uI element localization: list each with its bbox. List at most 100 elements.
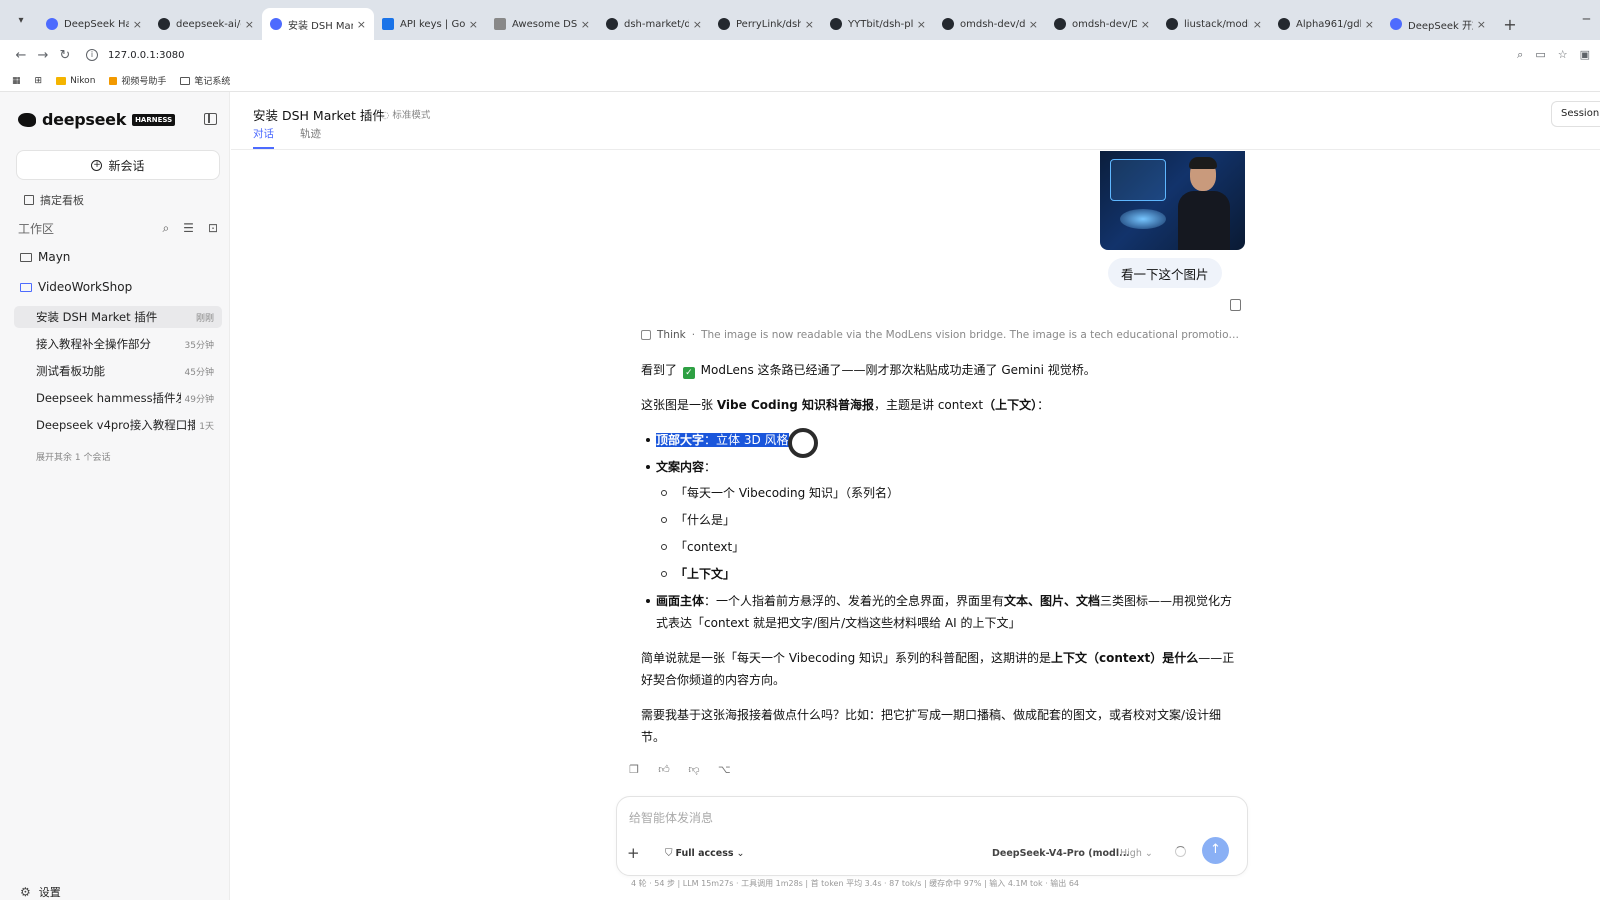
bookmark-star-icon[interactable]: ☆ [1558, 48, 1568, 62]
search-icon[interactable]: ⌕ [162, 221, 169, 236]
chevron-down-icon: ⌄ [1144, 848, 1153, 859]
collapse-sidebar-icon[interactable] [204, 113, 217, 125]
folder-open-icon [20, 282, 32, 292]
mode-indicator[interactable]: ◌ 标准模式 [381, 107, 430, 121]
message-composer: 给智能体发消息 + ⛉ Full access ⌄ DeepSeek-V4-Pr… [616, 796, 1248, 876]
close-tab-icon[interactable]: × [357, 18, 366, 31]
message-actions: ❐ 👍︎ 👎︎ ⌥ [628, 764, 731, 776]
browser-tab[interactable]: dsh-market/dsh-× [598, 8, 710, 40]
session-item[interactable]: 安装 DSH Market 插件 刚刚 [14, 306, 222, 328]
close-tab-icon[interactable]: × [917, 18, 926, 31]
thumbs-up-icon[interactable]: 👍︎ [658, 764, 670, 776]
toolbar-icons: ⌕ ▭ ☆ ▣ [1517, 48, 1590, 62]
favicon-icon [942, 18, 954, 30]
bookmark-video-assistant[interactable]: 视频号助手 [109, 74, 166, 87]
browser-tab[interactable]: omdsh-dev/dsh-× [934, 8, 1046, 40]
folder-videoworkshop[interactable]: VideoWorkShop [20, 280, 132, 294]
kanban-link[interactable]: 搞定看板 [24, 192, 84, 208]
brand-logo: deepseek HARNESS [18, 110, 176, 129]
browser-tab[interactable]: omdsh-dev/DSH-× [1046, 8, 1158, 40]
tab-trace[interactable]: 轨迹 [300, 126, 321, 149]
folder-mayn[interactable]: Mayn [20, 250, 70, 264]
close-tab-icon[interactable]: × [581, 18, 590, 31]
browser-tab[interactable]: Awesome DSH Pl× [486, 8, 598, 40]
session-item[interactable]: 接入教程补全操作部分 35分钟 [14, 333, 222, 355]
session-item[interactable]: 测试看板功能 45分钟 [14, 360, 222, 382]
reload-icon[interactable]: ↻ [54, 48, 76, 63]
close-tab-icon[interactable]: × [1365, 18, 1374, 31]
session-item[interactable]: Deepseek v4pro接入教程口播... 1天 [14, 414, 222, 436]
session-item[interactable]: Deepseek hammess插件发...49分钟 [14, 387, 222, 409]
bookmarks-bar: ▦ ⊞ Nikon 视频号助手 笔记系统 [0, 70, 1600, 92]
think-block[interactable]: Think · The image is now readable via th… [641, 329, 1241, 341]
hologram-panel [1110, 159, 1166, 201]
close-tab-icon[interactable]: × [1141, 18, 1150, 31]
hologram-glow [1120, 209, 1166, 229]
answer-paragraph-3: 简单说就是一张「每天一个 Vibecoding 知识」系列的科普配图，这期讲的是… [641, 651, 1235, 687]
browser-tab[interactable]: YYTbit/dsh-plugin× [822, 8, 934, 40]
model-selector[interactable]: DeepSeek-V4-Pro (modl... [992, 848, 1130, 859]
url-field[interactable]: i 127.0.0.1:3080 [86, 49, 1466, 61]
browser-tab[interactable]: DeepSeek 开放平× [1382, 8, 1494, 40]
status-line: 4 轮 · 54 步 | LLM 15m27s · 工具调用 1m28s | 首… [631, 879, 1080, 888]
tab-search-icon[interactable]: ▾ [10, 9, 32, 31]
grid-icon[interactable]: ⊞ [35, 76, 43, 86]
browser-tab[interactable]: 安装 DSH Market× [262, 8, 374, 40]
close-tab-icon[interactable]: × [133, 18, 142, 31]
close-tab-icon[interactable]: × [805, 18, 814, 31]
close-tab-icon[interactable]: × [1477, 18, 1486, 31]
browser-tab[interactable]: liustack/modlens× [1158, 8, 1270, 40]
tab-chat[interactable]: 对话 [253, 126, 274, 149]
folder-icon [20, 252, 32, 262]
filter-icon[interactable]: ☰ [183, 221, 194, 236]
close-tab-icon[interactable]: × [693, 18, 702, 31]
browser-tab[interactable]: DeepSeek Harness× [38, 8, 150, 40]
browser-tab-bar: ▾ DeepSeek Harness×deepseek-ai/deep×安装 D… [0, 0, 1600, 40]
answer-paragraph-2: 这张图是一张 Vibe Coding 知识科普海报，主题是讲 context（上… [641, 398, 1050, 412]
new-folder-icon[interactable]: ⊡ [208, 221, 218, 236]
close-tab-icon[interactable]: × [1253, 18, 1262, 31]
branch-icon[interactable]: ⌥ [718, 764, 731, 776]
forward-icon[interactable]: → [32, 48, 54, 63]
send-button[interactable]: ↑ [1202, 837, 1229, 864]
effort-selector[interactable]: High ⌄ [1120, 848, 1153, 859]
user-image-attachment[interactable] [1100, 151, 1245, 250]
access-dropdown[interactable]: ⛉ Full access ⌄ [665, 848, 745, 859]
check-icon: ✓ [682, 367, 695, 379]
extensions-icon[interactable]: ▣ [1580, 48, 1590, 62]
user-message: 看一下这个图片 [1108, 258, 1222, 288]
person-body [1178, 191, 1230, 250]
expand-more-sessions[interactable]: 展开其余 1 个会话 [36, 450, 110, 463]
new-chat-button[interactable]: + 新会话 [16, 150, 220, 180]
session-button[interactable]: Session l [1551, 101, 1600, 127]
back-icon[interactable]: ← [10, 48, 32, 63]
close-tab-icon[interactable]: × [245, 18, 254, 31]
bookmark-nikon[interactable]: Nikon [56, 76, 95, 86]
browser-tab[interactable]: deepseek-ai/deep× [150, 8, 262, 40]
copy-icon[interactable]: ❐ [628, 764, 640, 776]
video-icon [109, 76, 118, 85]
thumbs-down-icon[interactable]: 👎︎ [688, 764, 700, 776]
apps-icon[interactable]: ▦ [12, 76, 21, 86]
bookmark-notes[interactable]: 笔记系统 [180, 74, 230, 87]
list-item: 文案内容： [646, 456, 1236, 478]
browser-tab[interactable]: Alpha961/gdkanb× [1270, 8, 1382, 40]
close-tab-icon[interactable]: × [469, 18, 478, 31]
message-input[interactable]: 给智能体发消息 [629, 809, 713, 826]
view-tabs: 对话 轨迹 [253, 126, 321, 149]
sidebar: deepseek HARNESS + 新会话 搞定看板 工作区 ⌕ ☰ ⊡ Ma… [0, 92, 230, 900]
favicon-icon [46, 18, 58, 30]
new-tab-button[interactable]: + [1498, 12, 1522, 36]
page-title: 安装 DSH Market 插件 [253, 108, 385, 123]
site-info-icon[interactable]: i [86, 49, 98, 61]
attach-plus-button[interactable]: + [627, 844, 640, 862]
cast-icon[interactable]: ▭ [1535, 48, 1545, 62]
settings-button[interactable]: ⚙ 设置 [20, 884, 61, 900]
shield-icon: ⛉ [665, 848, 673, 859]
zoom-icon[interactable]: ⌕ [1517, 48, 1523, 62]
browser-tab[interactable]: PerryLink/dsh-cla× [710, 8, 822, 40]
close-tab-icon[interactable]: × [1029, 18, 1038, 31]
copy-icon[interactable] [1230, 299, 1241, 311]
browser-tab[interactable]: API keys | Google× [374, 8, 486, 40]
minimize-icon[interactable]: ─ [1583, 12, 1590, 26]
